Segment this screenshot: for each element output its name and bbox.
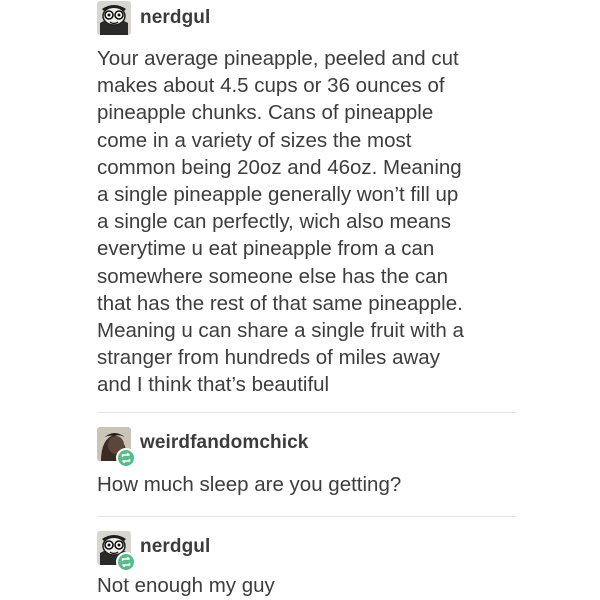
post-body: How much sleep are you getting? (97, 473, 402, 496)
post-weirdfandomchick-reply: weirdfandomchick How much sleep are you … (0, 413, 600, 516)
reblog-badge (116, 448, 136, 468)
post-body-line: Your average pineapple, peeled and cut (97, 47, 459, 70)
post-nerdgul-original: nerdgul Your average pineapple, peeled a… (0, 0, 600, 400)
post-body-line: stranger from hundreds of miles away (97, 346, 440, 370)
post-body-line: and I think that’s beautiful (97, 373, 330, 397)
post-username[interactable]: weirdfandomchick (140, 432, 308, 454)
post-username[interactable]: nerdgul (140, 7, 210, 29)
cartoon-face-avatar-icon (97, 1, 131, 35)
reblog-icon (121, 556, 131, 568)
post-body-line: Meaning u can share a single fruit with … (97, 319, 464, 343)
post-body-line: come in a variety of sizes the most (97, 128, 412, 152)
reblog-icon (121, 452, 131, 464)
post-body-line: makes about 4.5 cups or 36 ounces of (97, 74, 445, 98)
post-nerdgul-reply: nerdgul Not enough my guy (0, 517, 600, 600)
post-body-line: somewhere someone else has the can (97, 264, 448, 288)
post-body-line: that has the rest of that same pineapple… (97, 291, 463, 315)
post-body: Your average pineapple, peeled and cut m… (97, 45, 517, 399)
post-body-line: a single can perfectly, wich also means (97, 210, 451, 234)
post-body-line: pineapple chunks. Cans of pineapple (97, 101, 434, 125)
reblog-badge (116, 552, 136, 572)
post-body-line: a single pineapple generally won’t fill … (97, 183, 459, 207)
post-body-line: common being 20oz and 46oz. Meaning (97, 155, 462, 179)
post-body: Not enough my guy (97, 574, 275, 597)
nerdgul-avatar[interactable] (97, 1, 131, 35)
post-body-line: everytime u eat pineapple from a can (97, 237, 435, 261)
post-username[interactable]: nerdgul (140, 536, 210, 558)
